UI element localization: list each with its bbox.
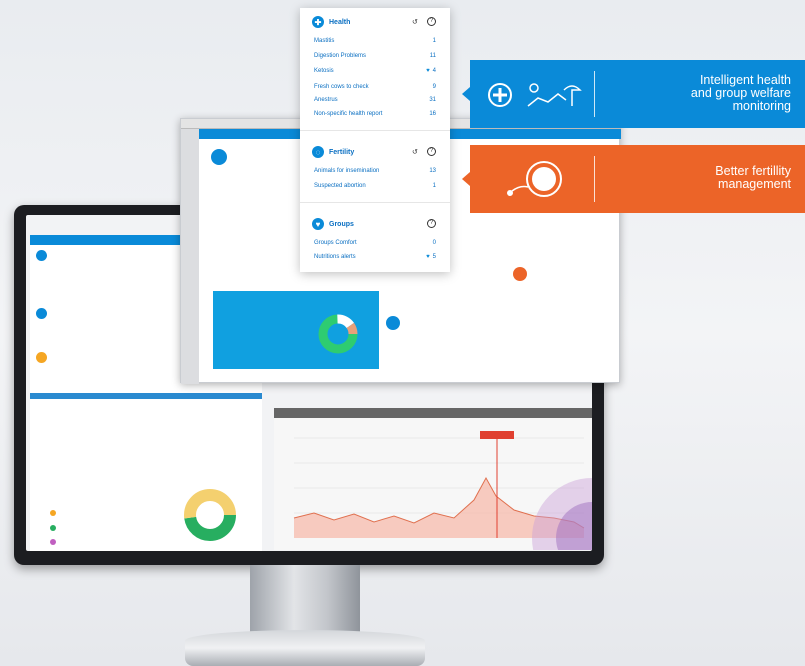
monitor-stand-neck xyxy=(250,565,360,635)
health-title: Health xyxy=(329,18,351,26)
callout-separator xyxy=(594,156,595,202)
fertility-icon: ◌ xyxy=(312,146,324,158)
health-icon xyxy=(36,307,47,319)
monitor-stand-base xyxy=(185,630,425,666)
groups-icon-bg xyxy=(386,316,400,330)
animals-overview-donut xyxy=(184,489,236,541)
milk-production-icon xyxy=(211,149,227,165)
todo-icon-bg xyxy=(513,267,527,281)
groups-row-nutrition[interactable]: Nutritions alerts ♥ 5 xyxy=(314,254,436,260)
health-section-title: ✚ Health xyxy=(312,16,350,28)
graph-panel xyxy=(274,408,592,550)
callout-arrow xyxy=(462,87,470,101)
milk-production-chart-card xyxy=(213,291,379,369)
groups-icon: ♥ xyxy=(312,218,324,230)
groups-section-title: ♥ Groups xyxy=(312,218,354,230)
health-row-ketosis[interactable]: Ketosis ♥ 4 xyxy=(314,68,436,74)
fertility-row-insemination[interactable]: Animals for insemination 13 xyxy=(314,168,436,174)
health-callout-text: Intelligent health and group welfare mon… xyxy=(690,73,791,113)
health-monitoring-icon xyxy=(488,83,582,107)
help-icon[interactable]: ? xyxy=(427,219,436,228)
section-divider xyxy=(300,130,450,131)
fertility-icon xyxy=(36,249,47,261)
fertility-section-title: ◌ Fertility xyxy=(312,146,354,158)
list-item xyxy=(30,385,262,391)
legend-dot-pregnant xyxy=(50,510,56,516)
groups-title: Groups xyxy=(329,220,354,228)
fertility-callout: Better fertillity management xyxy=(462,145,805,213)
alert-heart-icon: ♥ xyxy=(426,254,430,260)
health-row-digestion[interactable]: Digestion Problems 11 xyxy=(314,53,436,59)
milk-donut-chart xyxy=(318,314,358,354)
health-row-fresh-cows[interactable]: Fresh cows to check 9 xyxy=(314,84,436,90)
graph-toolbar xyxy=(274,408,592,418)
section-divider xyxy=(300,202,450,203)
activity-line-chart xyxy=(293,431,592,550)
fertility-title: Fertility xyxy=(329,148,355,156)
health-row-non-specific[interactable]: Non-specific health report 16 xyxy=(314,111,436,117)
alerts-popup: ✚ Health ↺ ? Mastitis 1 Digestion Problem… xyxy=(300,8,450,272)
help-icon[interactable]: ? xyxy=(427,147,436,156)
help-icon[interactable]: ? xyxy=(427,17,436,26)
callout-separator xyxy=(594,71,595,117)
health-cross-icon: ✚ xyxy=(312,16,324,28)
groups-row-comfort[interactable]: Groups Comfort 0 xyxy=(314,240,436,246)
fertility-callout-text: Better fertillity management xyxy=(715,164,791,191)
legend-dot-open xyxy=(50,525,56,531)
legend-dot-other xyxy=(50,539,56,545)
refresh-icon[interactable]: ↺ xyxy=(412,18,418,26)
alert-heart-icon: ♥ xyxy=(426,68,430,74)
fertility-row-abortion[interactable]: Suspected abortion 1 xyxy=(314,183,436,189)
refresh-icon[interactable]: ↺ xyxy=(412,148,418,156)
todo-icon xyxy=(36,351,47,363)
fertility-egg-icon xyxy=(507,161,562,197)
health-row-mastitis[interactable]: Mastitis 1 xyxy=(314,38,436,44)
health-callout: Intelligent health and group welfare mon… xyxy=(462,60,805,128)
window-sidebar xyxy=(181,129,199,384)
health-row-anestrus[interactable]: Anestrus 31 xyxy=(314,97,436,103)
callout-arrow xyxy=(462,172,470,186)
